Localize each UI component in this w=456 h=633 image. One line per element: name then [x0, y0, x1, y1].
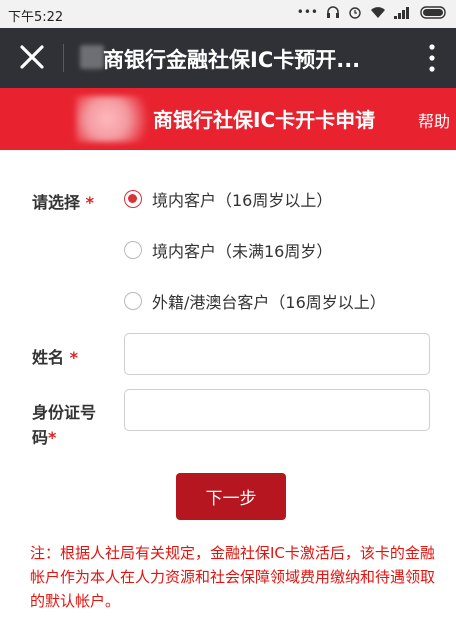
headset-icon [327, 6, 339, 18]
next-step-button[interactable]: 下一步 [176, 473, 286, 520]
bank-logo [76, 96, 154, 142]
required-mark: * [69, 348, 78, 367]
banner-title: 商银行社保IC卡开卡申请 [153, 108, 376, 132]
signal-icon [394, 6, 409, 19]
wifi-icon [371, 6, 385, 18]
close-icon[interactable] [18, 42, 46, 72]
radio-option-label: 境内客户（16周岁以上） [152, 191, 333, 210]
required-mark: * [85, 193, 94, 212]
id-label-line1: 身份证号 [32, 403, 97, 422]
status-time: 下午5:22 [8, 10, 64, 25]
radio-button-selected[interactable] [124, 190, 142, 208]
alarm-icon [349, 7, 361, 19]
id-number-input[interactable] [124, 389, 430, 431]
more-dots-icon: ••• [296, 5, 318, 19]
status-icons: ••• [297, 5, 448, 19]
page-title: 商银行金融社保IC卡预开... [103, 48, 361, 72]
name-label-text: 姓名 [32, 348, 65, 367]
header-banner: 商银行社保IC卡开卡申请 帮助 [0, 88, 456, 150]
radio-option-label: 外籍/港澳台客户（16周岁以上） [152, 293, 386, 312]
radio-option-foreign[interactable]: 外籍/港澳台客户（16周岁以上） [124, 289, 386, 313]
status-bar: 下午5:22 ••• [0, 0, 456, 28]
name-label: 姓名 * [32, 344, 78, 368]
select-label-text: 请选择 [32, 193, 81, 212]
id-number-label: 身份证号 码* [32, 400, 96, 450]
battery-icon [420, 5, 446, 19]
blurred-title-prefix [80, 45, 104, 69]
id-label-line2: 码 [32, 428, 49, 447]
help-link[interactable]: 帮助 [418, 108, 450, 132]
radio-option-domestic-16plus[interactable]: 境内客户（16周岁以上） [124, 187, 332, 211]
more-options-icon[interactable] [424, 42, 440, 74]
app-bar: 商银行金融社保IC卡预开... [0, 28, 456, 88]
radio-option-label: 境内客户（未满16周岁） [152, 242, 333, 261]
select-label: 请选择 * [32, 189, 94, 213]
radio-button[interactable] [124, 292, 142, 310]
name-input[interactable] [124, 333, 430, 375]
radio-button[interactable] [124, 241, 142, 259]
required-mark: * [48, 428, 57, 447]
app-bar-divider [63, 44, 64, 72]
radio-option-domestic-under16[interactable]: 境内客户（未满16周岁） [124, 238, 332, 262]
notice-text: 注：根据人社局有关规定，金融社保IC卡激活后，该卡的金融帐户作为本人在人力资源和… [30, 544, 436, 610]
